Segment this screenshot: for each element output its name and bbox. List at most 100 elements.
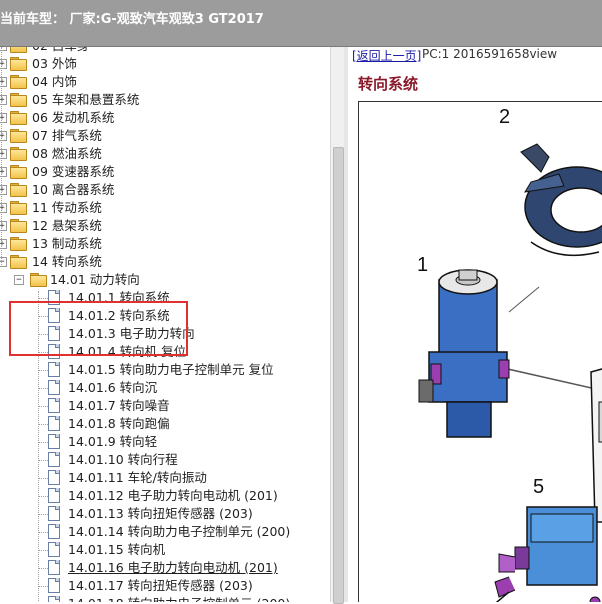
tree-item-label: 14.01.7 转向噪音 [68, 398, 170, 413]
tree-item-label: 14.01.14 转向助力电子控制单元 (200) [68, 524, 291, 539]
tree-connector [38, 550, 48, 551]
tree-folder-item[interactable]: +12 悬架系统 [0, 217, 330, 235]
document-icon [48, 542, 60, 557]
tree-doc-item[interactable]: 14.01.13 转向扭矩传感器 (203) [0, 505, 330, 523]
tree-folder-item[interactable]: +06 发动机系统 [0, 109, 330, 127]
folder-icon [10, 255, 27, 269]
tree-item-label: 14.01.9 转向轻 [68, 434, 158, 449]
tree-item-label: 02 白车身 [32, 47, 89, 55]
document-icon [48, 434, 60, 449]
folder-icon [10, 93, 27, 107]
content-panel: [返回上一页] PC:1 2016591658view 转向系统 2 1 5 [348, 47, 602, 602]
tree-doc-item[interactable]: 14.01.17 转向扭矩传感器 (203) [0, 577, 330, 595]
tree-connector [38, 496, 48, 497]
tree-item-label: 14.01.11 车轮/转向振动 [68, 470, 207, 485]
tree-connector [38, 478, 48, 479]
folder-icon [10, 183, 27, 197]
tree-item-label: 14.01.5 转向助力电子控制单元 复位 [68, 362, 274, 377]
tree-folder-item[interactable]: +04 内饰 [0, 73, 330, 91]
tree-item-label: 14.01.8 转向跑偏 [68, 416, 170, 431]
tree-item-label: 14.01.18 转向助力电子控制单元 (200) [68, 595, 290, 602]
tree-doc-item[interactable]: 14.01.5 转向助力电子控制单元 复位 [0, 361, 330, 379]
folder-icon [10, 129, 27, 143]
tree-doc-item[interactable]: 14.01.16 电子助力转向电动机 (201) [0, 559, 330, 577]
tree-doc-item[interactable]: 14.01.7 转向噪音 [0, 397, 330, 415]
tree-item-label: 07 排气系统 [32, 128, 102, 143]
top-bar: 当前车型： 厂家:G-观致汽车观致3 GT2017 [0, 0, 602, 47]
document-icon [48, 470, 60, 485]
tree-doc-item[interactable]: 14.01.14 转向助力电子控制单元 (200) [0, 523, 330, 541]
tree-item-label: 14.01.6 转向沉 [68, 380, 158, 395]
highlight-annotation [9, 301, 188, 356]
tree-item-label: 14 转向系统 [32, 254, 102, 269]
tree-connector [38, 424, 48, 425]
tree-item-label: 10 离合器系统 [32, 182, 115, 197]
tree-doc-item[interactable]: 14.01.15 转向机 [0, 541, 330, 559]
tree-item-label: 06 发动机系统 [32, 110, 115, 125]
tree-folder-item[interactable]: +09 变速器系统 [0, 163, 330, 181]
document-icon [48, 578, 60, 593]
current-vehicle-label: 当前车型： 厂家:G-观致汽车观致3 GT2017 [0, 12, 264, 27]
tree-connector [38, 388, 48, 389]
document-icon [48, 524, 60, 539]
tree-scrollbar[interactable] [330, 47, 345, 604]
collapse-icon[interactable]: − [14, 275, 24, 285]
document-icon [48, 380, 60, 395]
tree-item-label: 04 内饰 [32, 74, 77, 89]
folder-icon [10, 165, 27, 179]
tree-folder-item[interactable]: +13 制动系统 [0, 235, 330, 253]
document-icon [48, 488, 60, 503]
document-icon [48, 560, 60, 575]
tree-connector [38, 370, 48, 371]
folder-icon [10, 201, 27, 215]
folder-icon [10, 147, 27, 161]
leader-line-2 [508, 286, 540, 313]
tree-item-label: 14.01.17 转向扭矩传感器 (203) [68, 578, 253, 593]
tree-folder-item[interactable]: +03 外饰 [0, 55, 330, 73]
tree-connector [38, 460, 48, 461]
tree-item-label: 14.01.10 转向行程 [68, 452, 178, 467]
document-icon [48, 362, 60, 377]
document-icon [48, 398, 60, 413]
tree-doc-item[interactable]: 14.01.6 转向沉 [0, 379, 330, 397]
motor-assembly [418, 269, 510, 438]
steering-gear-partial [590, 368, 602, 523]
tree-doc-item[interactable]: 14.01.18 转向助力电子控制单元 (200) [0, 595, 330, 602]
folder-icon [10, 111, 27, 125]
document-icon [48, 416, 60, 431]
back-link[interactable]: [返回上一页] [352, 47, 421, 64]
callout-5: 5 [533, 476, 545, 498]
tree-item-label: 13 制动系统 [32, 236, 102, 251]
tree-folder-item[interactable]: −14 转向系统 [0, 253, 330, 271]
tree-item-label: 14.01.12 电子助力转向电动机 (201) [68, 488, 278, 503]
document-icon [48, 452, 60, 467]
steering-parts-illustration [418, 143, 602, 602]
tree-folder-item[interactable]: +10 离合器系统 [0, 181, 330, 199]
document-icon [48, 506, 60, 521]
tree-guide-line [1, 47, 2, 265]
tree-item-label: 14.01.15 转向机 [68, 542, 166, 557]
tree-doc-item[interactable]: 14.01.11 车轮/转向振动 [0, 469, 330, 487]
tree-item-label: 14.01.13 转向扭矩传感器 (203) [68, 506, 253, 521]
tree-folder-item[interactable]: +02 白车身 [0, 47, 330, 55]
tree-item-label: 03 外饰 [32, 56, 77, 71]
torque-sensor-ring [520, 143, 602, 257]
tree-connector [38, 568, 48, 569]
tree-connector [38, 532, 48, 533]
callout-2: 2 [499, 106, 511, 128]
tree-doc-item[interactable]: 14.01.10 转向行程 [0, 451, 330, 469]
tree-folder-item[interactable]: +05 车架和悬置系统 [0, 91, 330, 109]
tree-folder-item[interactable]: − 14.01 动力转向 [0, 271, 330, 289]
ecu-module [494, 506, 601, 602]
tree-folder-item[interactable]: +08 燃油系统 [0, 145, 330, 163]
tree-doc-item[interactable]: 14.01.8 转向跑偏 [0, 415, 330, 433]
tree-doc-item[interactable]: 14.01.12 电子助力转向电动机 (201) [0, 487, 330, 505]
tree-doc-item[interactable]: 14.01.9 转向轻 [0, 433, 330, 451]
tree-item-label: 05 车架和悬置系统 [32, 92, 140, 107]
tree-item-label: 09 变速器系统 [32, 164, 115, 179]
folder-icon [10, 47, 27, 53]
folder-icon [10, 57, 27, 71]
tree-folder-item[interactable]: +07 排气系统 [0, 127, 330, 145]
tree-scrollbar-thumb[interactable] [333, 147, 344, 604]
tree-folder-item[interactable]: +11 传动系统 [0, 199, 330, 217]
